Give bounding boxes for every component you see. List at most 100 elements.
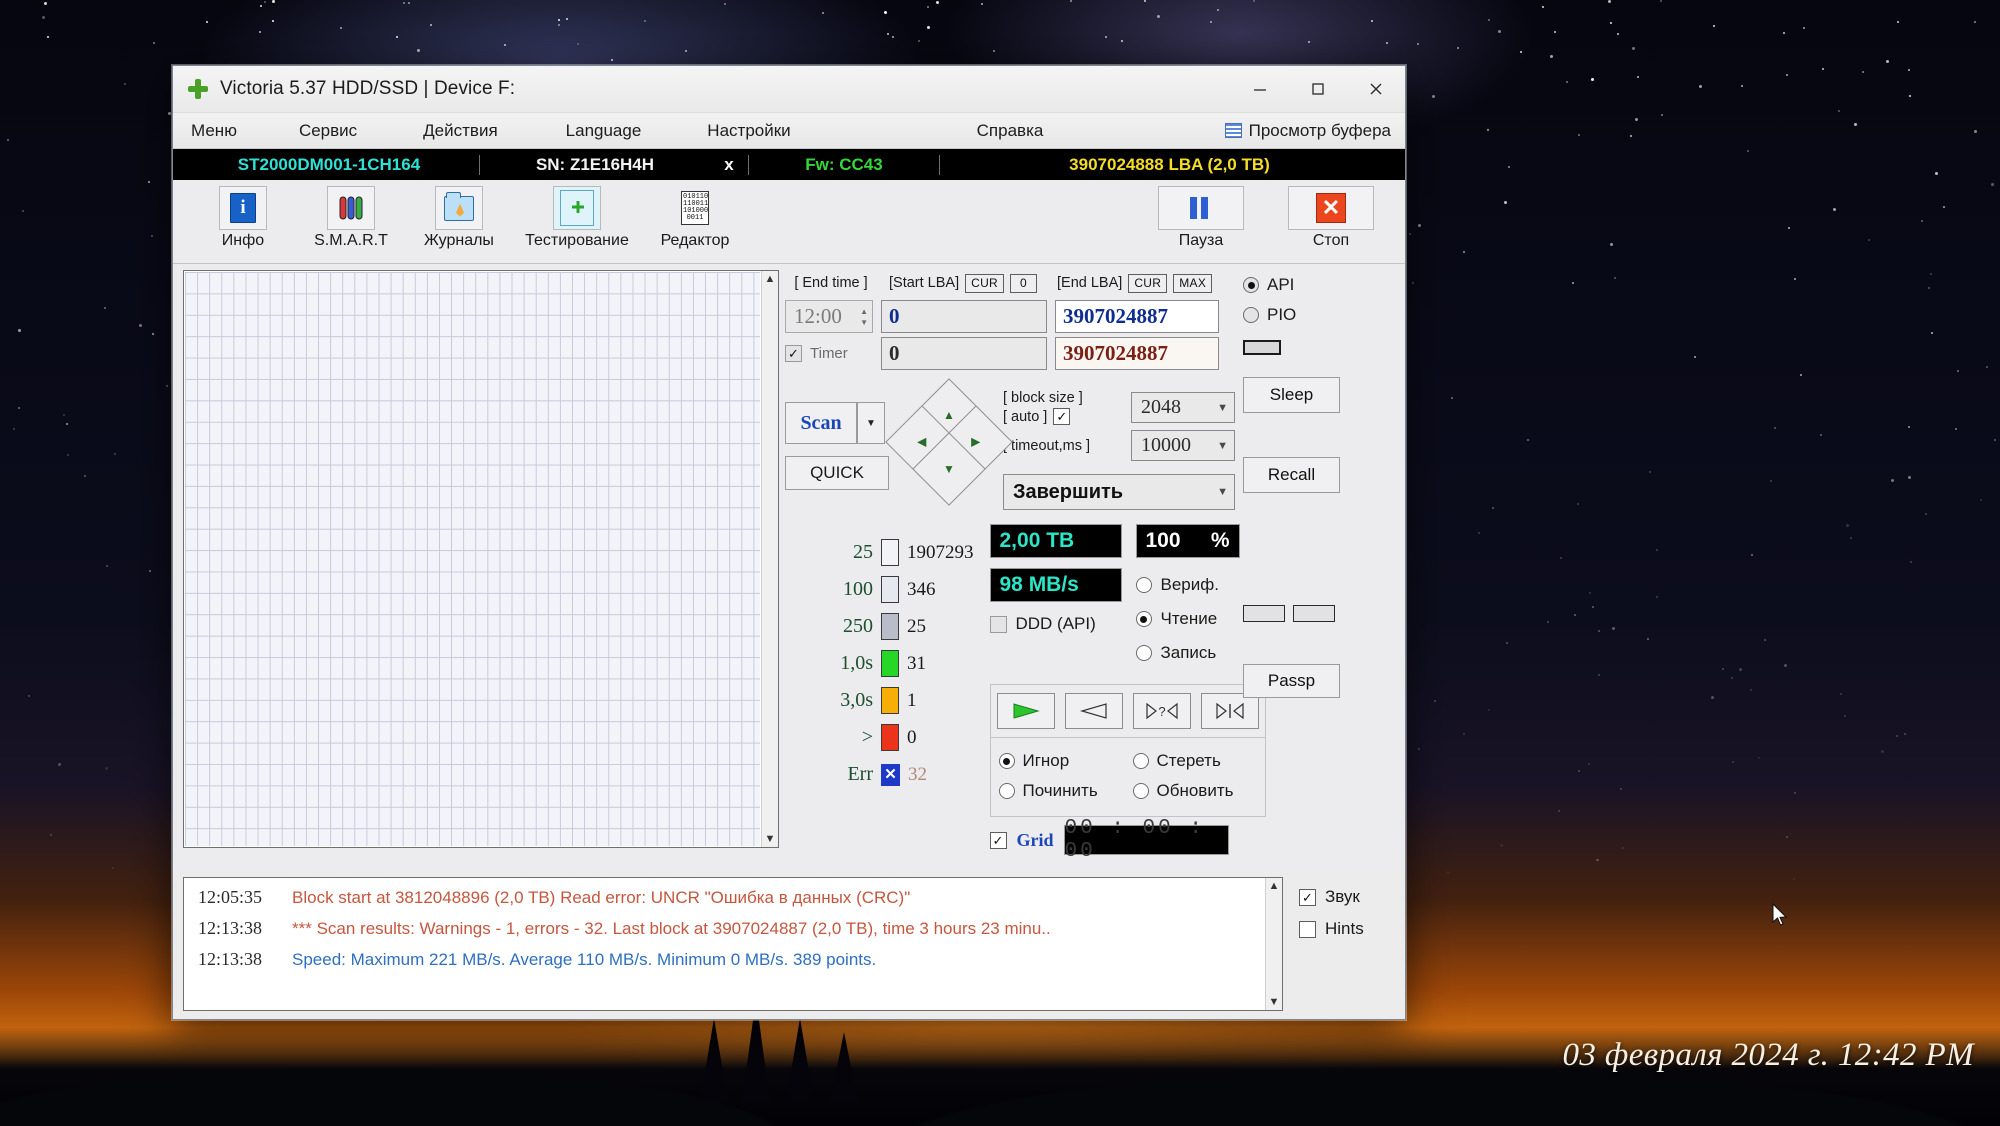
hints-checkbox[interactable] [1299, 921, 1316, 938]
action-radio-ignore[interactable] [999, 753, 1015, 769]
timeout-select[interactable]: 10000 ▼ [1131, 430, 1235, 461]
mode-label-verify: Вериф. [1161, 575, 1219, 595]
finish-action-select[interactable]: Завершить ▼ [1003, 474, 1235, 510]
menu-item-settings[interactable]: Настройки [697, 121, 800, 141]
mouse-cursor [1772, 903, 1788, 927]
hints-option[interactable]: Hints [1299, 913, 1405, 945]
start-lba-input[interactable]: 0 [881, 300, 1047, 333]
recall-button[interactable]: Recall [1243, 457, 1340, 493]
end-lba-cur-button[interactable]: CUR [1128, 274, 1167, 293]
play-icon[interactable] [997, 693, 1055, 729]
action-radio-refresh[interactable] [1133, 783, 1149, 799]
sound-checkbox[interactable]: ✓ [1299, 889, 1316, 906]
minimize-icon[interactable] [1231, 66, 1289, 112]
speed-display: 98 MB/s [990, 568, 1122, 602]
scan-dropdown-icon[interactable]: ▼ [857, 402, 885, 444]
start-lba-input-2[interactable]: 0 [881, 337, 1047, 370]
buffer-view-label: Просмотр буфера [1249, 121, 1391, 141]
api-radio[interactable] [1243, 277, 1259, 293]
start-lba-zero-button[interactable]: 0 [1010, 274, 1037, 293]
capacity-display: 2,00 TB [990, 524, 1122, 558]
action-radio-repair[interactable] [999, 783, 1015, 799]
timer-label: Timer [810, 345, 848, 362]
auto-label: [ auto ] [1003, 409, 1047, 425]
victoria-cross-icon [187, 78, 209, 100]
auto-checkbox[interactable]: ✓ [1053, 408, 1070, 425]
mode-radio-verify[interactable] [1136, 577, 1152, 593]
toolbar-button-logs[interactable]: Журналы [405, 186, 513, 250]
toolbar-label-editor: Редактор [661, 232, 730, 250]
spinner-arrows-icon[interactable]: ▲ ▼ [860, 307, 868, 327]
menu-item-service[interactable]: Сервис [289, 121, 367, 141]
scroll-down-icon[interactable]: ▼ [1269, 996, 1280, 1008]
log-line: 12:13:38 Speed: Maximum 221 MB/s. Averag… [184, 944, 1265, 975]
toolbar-button-smart[interactable]: S.M.A.R.T [297, 186, 405, 250]
mode-radio-write[interactable] [1136, 645, 1152, 661]
hints-label: Hints [1325, 919, 1364, 939]
sleep-button[interactable]: Sleep [1243, 377, 1340, 413]
play-back-icon[interactable] [1065, 693, 1123, 729]
scan-button[interactable]: Scan [785, 402, 857, 444]
percent-display: 100 % [1136, 524, 1240, 558]
test-plus-icon [553, 186, 601, 230]
log-message: Block start at 3812048896 (2,0 TB) Read … [292, 888, 910, 908]
grid-map-scrollbar[interactable]: ▲ ▼ [761, 271, 778, 847]
block-size-select[interactable]: 2048 ▼ [1131, 392, 1235, 423]
end-lba-max-button[interactable]: MAX [1173, 274, 1212, 293]
toolbar-button-testing[interactable]: Тестирование [513, 186, 641, 250]
menu-item-actions[interactable]: Действия [413, 121, 507, 141]
end-time-spinner[interactable]: 12:00 ▲ ▼ [785, 300, 873, 333]
log-scrollbar[interactable]: ▲ ▼ [1265, 878, 1282, 1010]
menu-item-language[interactable]: Language [556, 121, 652, 141]
extra-button-1[interactable] [1243, 605, 1285, 622]
scroll-up-icon[interactable]: ▲ [1269, 880, 1280, 892]
main-body: ▲ ▼ [ End time ] [Start LBA] CUR 0 [End … [173, 264, 1405, 871]
passp-button[interactable]: Passp [1243, 664, 1340, 698]
timeout-label: [ timeout,ms ] [1003, 438, 1125, 454]
toolbar-button-pause[interactable]: Пауза [1147, 186, 1255, 250]
jump-query-icon[interactable]: ? [1133, 693, 1191, 729]
log-line: 12:13:38 *** Scan results: Warnings - 1,… [184, 913, 1265, 944]
extra-button-2[interactable] [1293, 605, 1335, 622]
window-title: Victoria 5.37 HDD/SSD | Device F: [220, 78, 515, 100]
action-radio-erase[interactable] [1133, 753, 1149, 769]
surface-grid-map[interactable]: ▲ ▼ [183, 270, 779, 848]
start-lba-cur-button[interactable]: CUR [965, 274, 1004, 293]
ddd-checkbox[interactable] [990, 616, 1007, 633]
scroll-down-icon[interactable]: ▼ [765, 833, 776, 845]
legend-count: 346 [907, 579, 936, 601]
grid-label: Grid [1017, 830, 1054, 851]
menu-item-menu[interactable]: Меню [181, 121, 247, 141]
log-panel[interactable]: 12:05:35 Block start at 3812048896 (2,0 … [183, 877, 1283, 1011]
chevron-down-icon: ▼ [1217, 402, 1228, 414]
pio-radio[interactable] [1243, 307, 1259, 323]
end-lba-input[interactable]: 3907024887 [1055, 300, 1219, 333]
toolbar-button-stop[interactable]: ✕ Стоп [1277, 186, 1385, 250]
menu-item-help[interactable]: Справка [967, 121, 1054, 141]
device-firmware: Fw: CC43 [749, 155, 939, 175]
toolbar-label-info: Инфо [222, 232, 264, 250]
legend-count: 0 [907, 727, 917, 749]
end-lba-input-2[interactable]: 3907024887 [1055, 337, 1219, 370]
grid-checkbox[interactable]: ✓ [990, 832, 1007, 849]
timer-checkbox[interactable]: ✓ [785, 345, 802, 362]
grid-map-cells[interactable] [185, 272, 760, 846]
legend-row: 100 346 [829, 571, 974, 608]
toolbar-button-editor[interactable]: 010110 110011 101000 0011 Редактор [641, 186, 749, 250]
block-size-label: [ block size ] [1003, 390, 1125, 406]
close-icon[interactable] [1347, 66, 1405, 112]
scroll-up-icon[interactable]: ▲ [765, 273, 776, 285]
maximize-icon[interactable] [1289, 66, 1347, 112]
mode-radio-read[interactable] [1136, 611, 1152, 627]
legend-swatch [881, 650, 899, 677]
legend-row: 25 1907293 [829, 534, 974, 571]
legend-row: > 0 [829, 719, 974, 756]
buffer-view-button[interactable]: Просмотр буфера [1225, 121, 1405, 141]
toolbar-button-info[interactable]: Инфо [189, 186, 297, 250]
sound-option[interactable]: ✓ Звук [1299, 881, 1405, 913]
navigation-dpad: ▲ ◀ ▶ ▼ [897, 390, 995, 494]
footer-options: ✓ Звук Hints [1287, 871, 1405, 1019]
control-column: [ End time ] [Start LBA] CUR 0 [End LBA]… [785, 270, 1235, 871]
quick-button[interactable]: QUICK [785, 456, 889, 490]
stop-icon: ✕ [1288, 186, 1374, 230]
